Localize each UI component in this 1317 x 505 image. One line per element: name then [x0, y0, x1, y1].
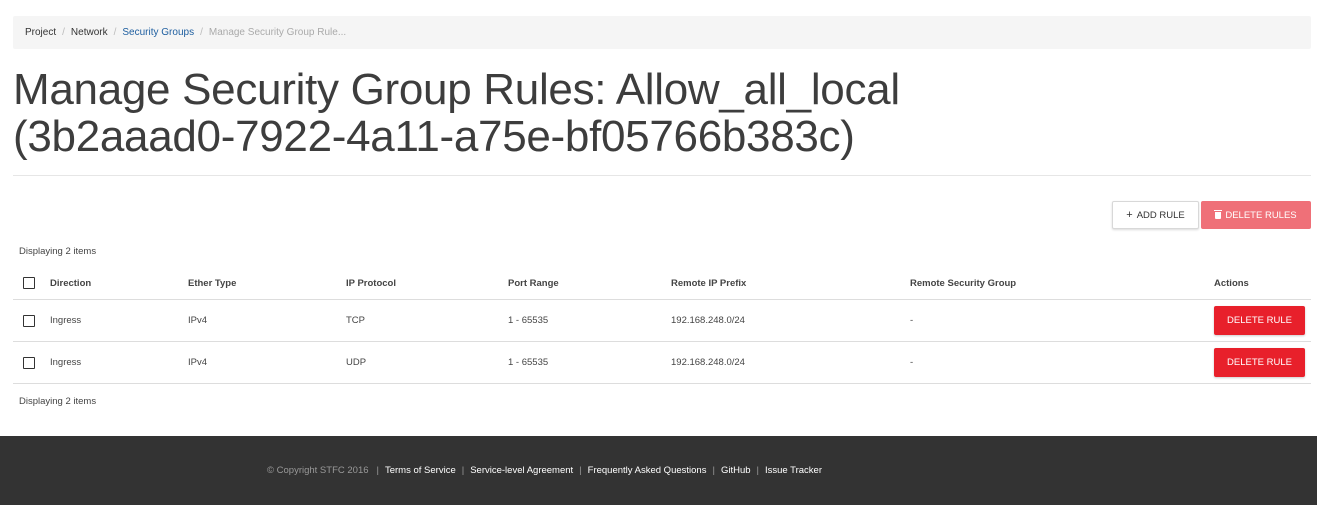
- table-row: Ingress IPv4 TCP 1 - 65535 192.168.248.0…: [13, 300, 1311, 342]
- footer-separator: |: [756, 465, 759, 476]
- footer-link-terms[interactable]: Terms of Service: [385, 465, 456, 476]
- footer-copyright: © Copyright STFC 2016: [267, 465, 369, 476]
- breadcrumb-current: Manage Security Group Rule...: [208, 27, 347, 38]
- footer-separator: |: [376, 465, 379, 476]
- footer: © Copyright STFC 2016 | Terms of Service…: [0, 436, 1317, 505]
- header-remote-security-group[interactable]: Remote Security Group: [910, 267, 1016, 299]
- items-count-bottom: Displaying 2 items: [19, 396, 97, 407]
- header-ip-protocol[interactable]: IP Protocol: [346, 267, 396, 299]
- header-port-range[interactable]: Port Range: [508, 267, 559, 299]
- footer-separator: |: [461, 465, 465, 476]
- footer-link-sla[interactable]: Service-level Agreement: [470, 465, 573, 476]
- cell-port-range: 1 - 65535: [508, 315, 549, 326]
- items-count-top: Displaying 2 items: [19, 246, 97, 257]
- cell-remote-ip-prefix: 192.168.248.0/24: [671, 357, 745, 368]
- cell-ether-type: IPv4: [188, 315, 208, 326]
- cell-remote-ip-prefix: 192.168.248.0/24: [671, 315, 745, 326]
- cell-remote-security-group: -: [910, 315, 914, 326]
- add-rule-button[interactable]: + ADD RULE: [1112, 201, 1199, 229]
- footer-separator: |: [712, 465, 715, 476]
- footer-link-issue-tracker[interactable]: Issue Tracker: [765, 465, 822, 476]
- footer-link-faq[interactable]: Frequently Asked Questions: [588, 465, 707, 476]
- delete-rule-button[interactable]: DELETE RULE: [1214, 347, 1305, 377]
- header-ether-type[interactable]: Ether Type: [188, 267, 236, 299]
- cell-ip-protocol: UDP: [346, 357, 367, 368]
- cell-remote-security-group: -: [910, 357, 914, 368]
- cell-port-range: 1 - 65535: [508, 357, 549, 368]
- breadcrumb-separator: /: [200, 27, 203, 38]
- footer-link-github[interactable]: GitHub: [721, 465, 751, 476]
- breadcrumb-project[interactable]: Project: [25, 27, 56, 38]
- delete-rules-label: DELETE RULES: [1225, 209, 1297, 221]
- header-remote-ip-prefix[interactable]: Remote IP Prefix: [671, 267, 746, 299]
- header-actions: Actions: [1214, 277, 1249, 289]
- delete-rule-button[interactable]: DELETE RULE: [1214, 305, 1305, 335]
- row-checkbox[interactable]: [23, 356, 35, 369]
- breadcrumb-separator: /: [62, 27, 65, 38]
- title-divider: [13, 175, 1311, 176]
- table-row: Ingress IPv4 UDP 1 - 65535 192.168.248.0…: [13, 342, 1311, 384]
- footer-separator: |: [579, 465, 582, 476]
- header-direction[interactable]: Direction: [50, 267, 91, 299]
- page-title-line1: Manage Security Group Rules: Allow_all_l…: [13, 65, 900, 114]
- breadcrumb-security-groups[interactable]: Security Groups: [122, 27, 194, 38]
- cell-ether-type: IPv4: [188, 357, 208, 368]
- page-title-line2: (3b2aaad0-7922-4a11-a75e-bf05766b383c): [13, 112, 855, 161]
- cell-direction: Ingress: [50, 315, 82, 326]
- cell-direction: Ingress: [50, 357, 82, 368]
- page-title: Manage Security Group Rules: Allow_all_l…: [13, 66, 1013, 160]
- breadcrumb-separator: /: [113, 27, 117, 38]
- trash-icon: [1214, 209, 1223, 219]
- breadcrumb-network[interactable]: Network: [71, 27, 108, 38]
- breadcrumb: Project / Network / Security Groups / Ma…: [13, 16, 1311, 49]
- table-header: Direction Ether Type IP Protocol Port Ra…: [13, 267, 1311, 300]
- delete-rules-button[interactable]: DELETE RULES: [1201, 201, 1311, 229]
- cell-ip-protocol: TCP: [346, 315, 365, 326]
- row-checkbox[interactable]: [23, 314, 35, 327]
- rules-table: Direction Ether Type IP Protocol Port Ra…: [13, 267, 1311, 384]
- plus-icon: +: [1126, 208, 1133, 221]
- select-all-checkbox[interactable]: [23, 277, 35, 289]
- add-rule-label: ADD RULE: [1136, 209, 1185, 221]
